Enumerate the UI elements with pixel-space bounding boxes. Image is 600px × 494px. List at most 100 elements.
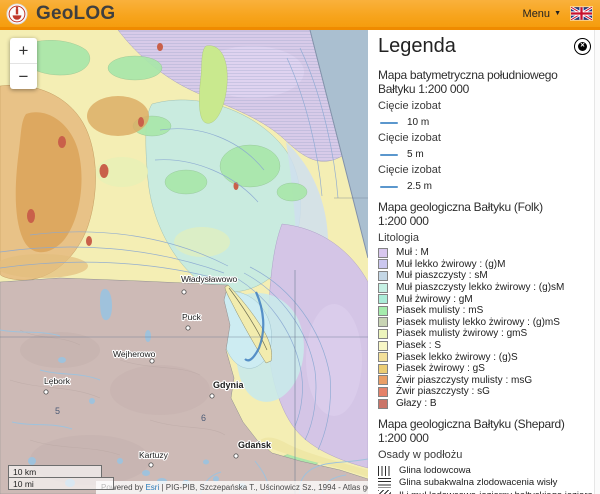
legend-item-label: Muł : M [396, 247, 429, 259]
map-region: Władysławowo Puck Wejherowo Lębork Gdynia Gda… [0, 30, 368, 494]
city-marker-icon [181, 289, 187, 295]
isobath-entry-label: Cięcie izobat [378, 132, 441, 144]
isobath-legend-entry: Cięcie izobat 2.5 m [378, 164, 592, 192]
folk-section-title: Mapa geologiczna Bałtyku (Folk) 1:200 00… [378, 200, 543, 228]
legend-item: Piasek mulisty : mS [378, 305, 592, 317]
folk-legend-list: Muł : M Muł lekko żwirowy : (g)M Muł piasz… [378, 247, 592, 409]
legend-item: Piasek mulisty lekko żwirowy : (g)mS [378, 317, 592, 329]
city-marker-icon [185, 325, 191, 331]
isobath-symbol-row: 2.5 m [380, 181, 592, 192]
zoom-out-button[interactable]: − [10, 64, 37, 89]
legend-panel: Legenda Mapa batymetryczna południowego … [368, 30, 600, 494]
menu-label: Menu [522, 7, 551, 20]
scale-miles: 10 mi [8, 477, 114, 490]
horizontal-lines-icon [378, 477, 391, 488]
legend-item-label: Żwir piaszczysty : sG [396, 386, 490, 398]
menu-button[interactable]: Menu ▼ [523, 8, 561, 20]
legend-item-label: Glina subakwalna zlodowacenia wisły [399, 477, 558, 489]
chevron-down-icon: ▼ [554, 10, 561, 17]
legend-item: Muł piaszczysty lekko żwirowy : (g)sM [378, 282, 592, 294]
diagonal-lines-icon [378, 490, 391, 494]
color-swatch-icon [378, 328, 388, 339]
city-label: Gdynia [213, 380, 245, 390]
folk-subtitle: Litologia [378, 232, 419, 244]
city-label: Władysławowo [181, 274, 237, 284]
isobath-legend-entry: Cięcie izobat 10 m [378, 100, 592, 128]
legend-item-label: Piasek lekko żwirowy : (g)S [396, 351, 518, 363]
legend-item-label: Piasek żwirowy : gS [396, 363, 485, 375]
city-marker-icon [43, 389, 49, 395]
legend-item-label: Piasek mulisty lekko żwirowy : (g)mS [396, 316, 560, 328]
isobath-value: 5 m [407, 149, 424, 160]
city-marker-icon [148, 462, 154, 468]
map-canvas[interactable]: Władysławowo Puck Wejherowo Lębork Gdynia Gda… [0, 30, 368, 494]
legend-item-label: Muł piaszczysty lekko żwirowy : (g)sM [396, 282, 565, 294]
attribution-text: | PIG-PIB, Szczepańska T., Uścinowicz Sz… [161, 483, 368, 492]
city-marker-icon [149, 358, 155, 364]
map-attribution: Powered by Esri | PIG-PIB, Szczepańska T… [96, 481, 368, 494]
isobath-entry-label: Cięcie izobat [378, 164, 441, 176]
isobath-line-icon [380, 121, 398, 124]
legend-item: Głazy : B [378, 398, 592, 410]
legend-item-label: Głazy : B [396, 398, 437, 410]
city-marker-icon [233, 453, 239, 459]
legend-item: Muł : M [378, 247, 592, 259]
isobath-value: 2.5 m [407, 181, 433, 192]
legend-item: Piasek : S [378, 340, 592, 352]
color-swatch-icon [378, 270, 388, 281]
language-flag-icon[interactable] [571, 7, 592, 20]
color-swatch-icon [378, 386, 388, 397]
geolog-logo-icon [6, 2, 28, 25]
grid-sheet-label: 5 [55, 406, 60, 416]
bathymetry-legend-list: Cięcie izobat 10 m Cięcie izobat 5 m Cięcie … [378, 100, 592, 192]
esri-link[interactable]: Esri [145, 483, 159, 492]
color-swatch-icon [378, 247, 388, 258]
legend-item-label: Piasek mulisty żwirowy : gmS [396, 328, 528, 340]
legend-item: Muł lekko żwirowy : (g)M [378, 259, 592, 271]
vertical-lines-icon [378, 465, 391, 476]
color-swatch-icon [378, 375, 388, 386]
legend-item-label: Ił i muł lodowcowo-jeziorny bałtyckiego … [399, 490, 600, 494]
close-icon [578, 42, 587, 51]
zoom-in-button[interactable]: + [10, 38, 37, 63]
legend-item-label: Piasek : S [396, 340, 442, 352]
color-swatch-icon [378, 398, 388, 409]
legend-title: Legenda [378, 35, 456, 57]
legend-item: Muł piaszczysty : sM [378, 270, 592, 282]
color-swatch-icon [378, 259, 388, 270]
isobath-symbol-row: 5 m [380, 149, 592, 160]
legend-item: Piasek lekko żwirowy : (g)S [378, 351, 592, 363]
color-swatch-icon [378, 363, 388, 374]
city-label: Lębork [44, 376, 71, 386]
shepard-legend-list: Glina lodowcowa Glina subakwalna zlodowac… [378, 464, 600, 494]
isobath-symbol-row: 10 m [380, 117, 592, 128]
isobath-line-icon [380, 185, 398, 188]
legend-scrollbar[interactable] [594, 30, 600, 494]
isobath-line-icon [380, 153, 398, 156]
isobath-value: 10 m [407, 117, 430, 128]
legend-item-label: Muł lekko żwirowy : (g)M [396, 258, 506, 270]
close-legend-button[interactable] [574, 38, 591, 55]
legend-item: Żwir piaszczysty mulisty : msG [378, 375, 592, 387]
grid-sheet-label: 6 [201, 413, 206, 423]
map-zoom-control: + − [10, 38, 37, 89]
city-label: Kartuzy [139, 450, 169, 460]
legend-item: Żwir piaszczysty : sG [378, 386, 592, 398]
legend-item-label: Piasek mulisty : mS [396, 305, 484, 317]
legend-item-label: Glina lodowcowa [399, 465, 471, 476]
shepard-section-title: Mapa geologiczna Bałtyku (Shepard) 1:200… [378, 417, 565, 446]
app-title: GeoLOG [36, 2, 116, 24]
isobath-entry-label: Cięcie izobat [378, 100, 441, 112]
legend-item-label: Muł piaszczysty : sM [396, 270, 488, 282]
color-swatch-icon [378, 282, 388, 293]
legend-item: Piasek żwirowy : gS [378, 363, 592, 375]
color-swatch-icon [378, 305, 388, 316]
city-label: Puck [182, 312, 202, 322]
color-swatch-icon [378, 340, 388, 351]
city-label: Wejherowo [113, 349, 156, 359]
app-header: GeoLOG Menu ▼ [0, 0, 600, 30]
legend-item-label: Muł żwirowy : gM [396, 293, 473, 305]
scale-bar: 10 km 10 mi [8, 465, 114, 490]
isobath-legend-entry: Cięcie izobat 5 m [378, 132, 592, 160]
legend-item-label: Żwir piaszczysty mulisty : msG [396, 374, 533, 386]
